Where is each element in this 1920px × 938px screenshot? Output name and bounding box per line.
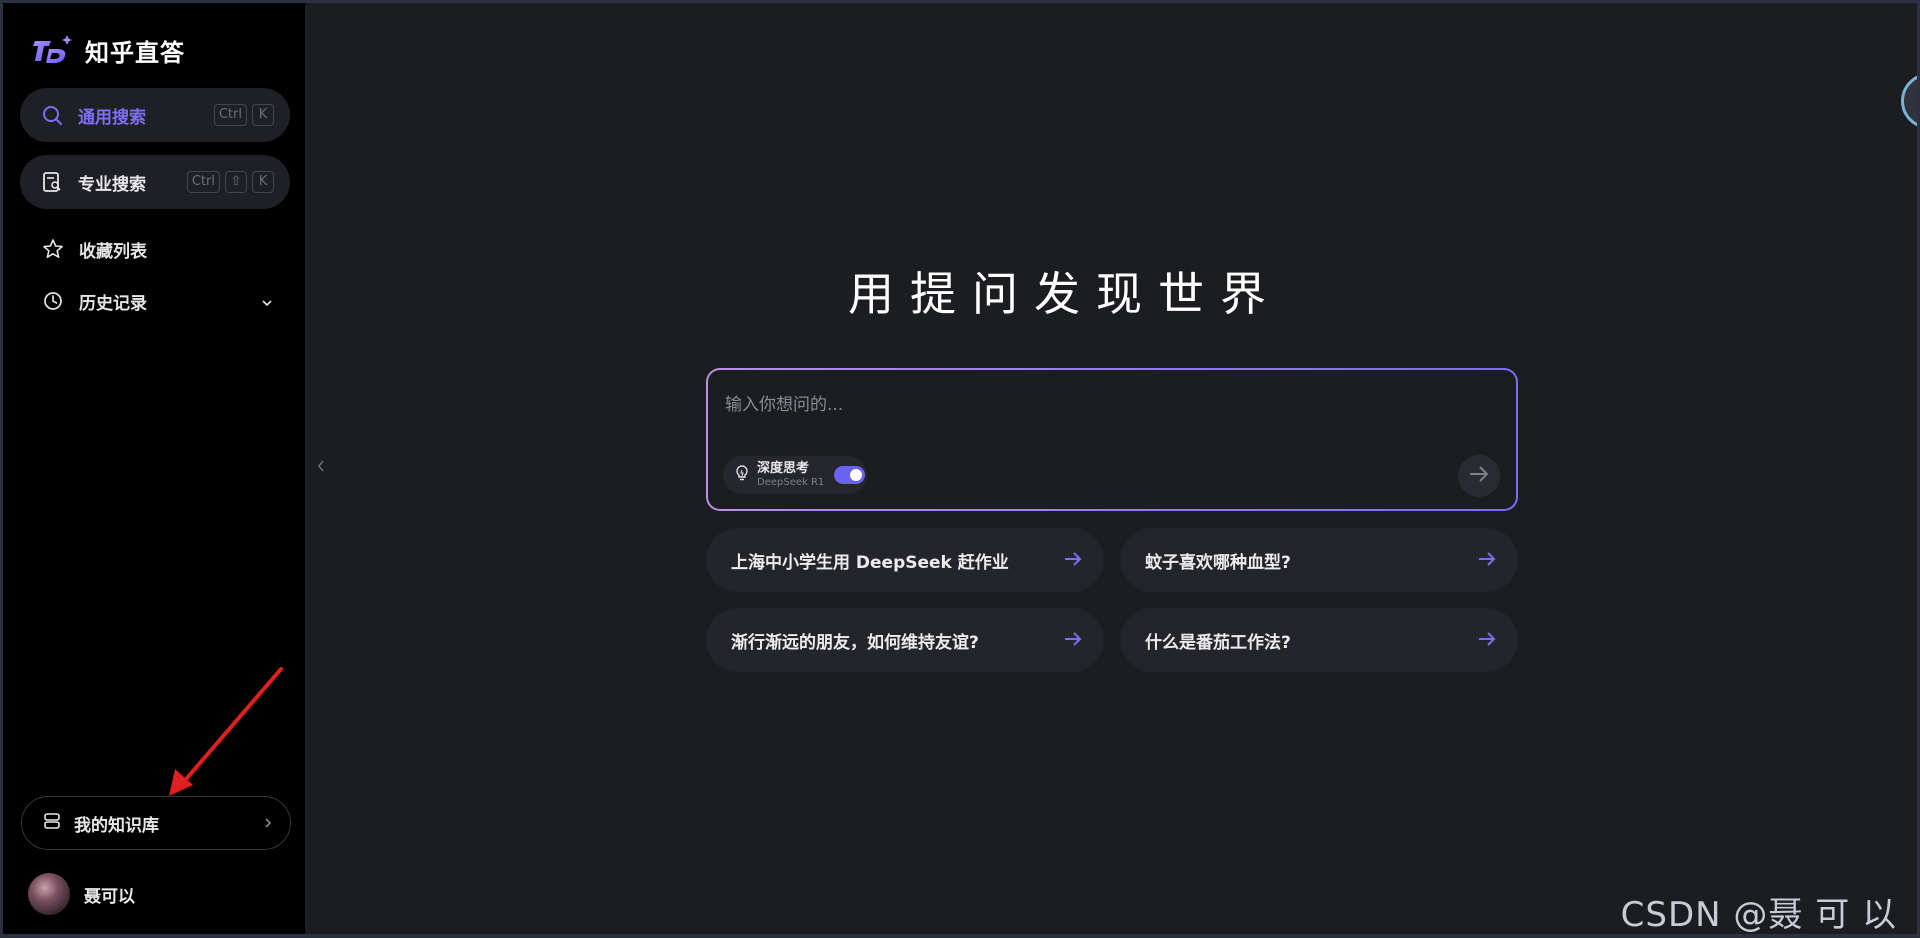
arrow-right-icon (1064, 551, 1082, 570)
suggestion-label: 什么是番茄工作法? (1145, 632, 1291, 653)
suggestion-label: 上海中小学生用 DeepSeek 赶作业 (731, 552, 1009, 573)
suggestion-card[interactable]: 上海中小学生用 DeepSeek 赶作业 (706, 528, 1104, 592)
deep-think-model: DeepSeek R1 (757, 476, 825, 488)
collapse-sidebar-icon[interactable] (317, 458, 325, 477)
key-k: K (252, 171, 274, 193)
suggestion-card[interactable]: 渐行渐远的朋友，如何维持友谊? (706, 608, 1104, 672)
suggestion-label: 渐行渐远的朋友，如何维持友谊? (731, 632, 979, 653)
annotation-arrow (169, 667, 283, 796)
page-title: 用提问发现世界 (848, 267, 1282, 321)
knowledge-base-label: 我的知识库 (74, 815, 159, 836)
app-name: 知乎直答 (85, 39, 185, 67)
avatar[interactable] (28, 873, 70, 915)
suggestion-card[interactable]: 什么是番茄工作法? (1120, 608, 1518, 672)
chevron-right-icon (264, 814, 272, 833)
general-search-shortcut: Ctrl K (213, 104, 274, 126)
key-shift: ⇧ (225, 171, 247, 193)
user-profile[interactable]: 聂可以 (28, 873, 135, 915)
pro-search-button[interactable]: 专业搜索 Ctrl ⇧ K (20, 155, 290, 209)
zhida-logo-icon (33, 34, 73, 67)
pro-search-label: 专业搜索 (78, 174, 146, 195)
send-button[interactable] (1458, 455, 1500, 497)
search-icon (40, 103, 64, 127)
suggestion-card[interactable]: 蚊子喜欢哪种血型? (1120, 528, 1518, 592)
floating-assistant-button[interactable] (1901, 73, 1917, 129)
arrow-right-icon (1064, 631, 1082, 650)
logo[interactable]: 知乎直答 (33, 33, 185, 68)
knowledge-base-button[interactable]: 我的知识库 (21, 796, 291, 850)
database-icon (42, 811, 62, 835)
deep-think-title: 深度思考 (757, 461, 810, 477)
document-search-icon (40, 170, 64, 194)
arrow-right-icon (1468, 465, 1490, 487)
key-ctrl: Ctrl (186, 171, 220, 193)
watermark: CSDN @聂 可 以 (1620, 895, 1897, 934)
pro-search-shortcut: Ctrl ⇧ K (186, 171, 274, 193)
key-ctrl: Ctrl (213, 104, 247, 126)
app-window: 知乎直答 通用搜索 Ctrl K 专业搜索 Ctrl ⇧ K 收藏列表 历史记录… (3, 3, 1917, 934)
deep-think-toggle[interactable] (834, 466, 866, 484)
username: 聂可以 (84, 886, 135, 907)
arrow-right-icon (1478, 551, 1496, 570)
suggestion-label: 蚊子喜欢哪种血型? (1145, 552, 1291, 573)
key-k: K (252, 104, 274, 126)
lightbulb-icon (733, 464, 751, 486)
sidebar: 知乎直答 通用搜索 Ctrl K 专业搜索 Ctrl ⇧ K 收藏列表 历史记录… (3, 3, 305, 934)
question-input[interactable]: 输入你想问的... (725, 390, 843, 415)
deep-think-toggle-group[interactable]: 深度思考 DeepSeek R1 (723, 456, 867, 494)
question-input-box[interactable]: 输入你想问的... 深度思考 DeepSeek R1 (706, 368, 1518, 511)
general-search-button[interactable]: 通用搜索 Ctrl K (20, 88, 290, 142)
arrow-right-icon (1478, 631, 1496, 650)
general-search-label: 通用搜索 (78, 107, 146, 128)
